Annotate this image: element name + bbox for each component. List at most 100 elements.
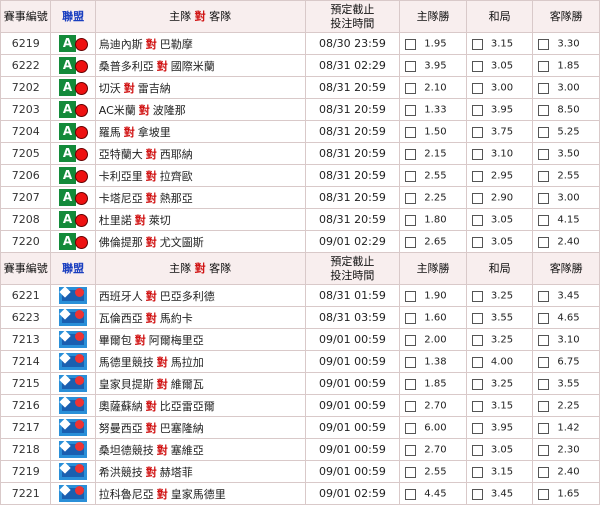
away-win-checkbox[interactable] xyxy=(538,214,550,226)
match-no: 7205 xyxy=(0,142,52,165)
home-win-checkbox[interactable] xyxy=(405,126,417,138)
draw-checkbox[interactable] xyxy=(471,214,483,226)
vs-label: 對 xyxy=(145,421,157,435)
away-win-checkbox[interactable] xyxy=(538,466,550,478)
home-win-cell: 2.10 xyxy=(399,76,467,99)
draw-checkbox[interactable] xyxy=(471,236,483,248)
league-logo-icon xyxy=(59,484,88,502)
header-vs: 對 xyxy=(194,261,206,275)
away-win-checkbox[interactable] xyxy=(538,290,550,302)
away-win-checkbox[interactable] xyxy=(538,422,550,434)
away-win-checkbox[interactable] xyxy=(538,400,550,412)
home-team: 努曼西亞 xyxy=(98,421,143,435)
ball-icon xyxy=(75,104,89,117)
draw-checkbox[interactable] xyxy=(471,170,483,182)
draw-checkbox[interactable] xyxy=(471,488,483,500)
away-win-cell: 3.10 xyxy=(532,328,600,351)
home-win-checkbox[interactable] xyxy=(405,444,417,456)
draw-checkbox[interactable] xyxy=(471,192,483,204)
home-win-checkbox[interactable] xyxy=(405,488,417,500)
draw-cell: 3.05 xyxy=(465,54,534,77)
league-logo-icon xyxy=(59,352,88,370)
match-row: 7213 畢爾包對阿爾梅里亞 09/01 00:59 2.00 3.25 3.10 xyxy=(0,328,600,351)
draw-checkbox[interactable] xyxy=(471,126,483,138)
away-win-checkbox[interactable] xyxy=(538,104,550,116)
home-win-checkbox[interactable] xyxy=(405,214,417,226)
draw-checkbox[interactable] xyxy=(471,290,483,302)
home-team: 烏迪內斯 xyxy=(98,37,143,51)
away-win-checkbox[interactable] xyxy=(538,378,550,390)
match-no: 7207 xyxy=(0,186,52,209)
home-win-checkbox[interactable] xyxy=(405,356,417,368)
away-win-checkbox[interactable] xyxy=(538,170,550,182)
home-win-checkbox[interactable] xyxy=(405,82,417,94)
draw-cell: 3.00 xyxy=(465,76,534,99)
away-win-checkbox[interactable] xyxy=(538,126,550,138)
home-team: 佛倫提那 xyxy=(98,235,143,249)
league-logo-icon: A xyxy=(59,145,89,162)
away-win-checkbox[interactable] xyxy=(538,334,550,346)
home-win-checkbox[interactable] xyxy=(405,170,417,182)
away-win-checkbox[interactable] xyxy=(538,38,550,50)
away-win-checkbox[interactable] xyxy=(538,488,550,500)
draw-checkbox[interactable] xyxy=(471,466,483,478)
draw-checkbox[interactable] xyxy=(471,312,483,324)
away-win-cell: 1.85 xyxy=(532,54,600,77)
away-win-checkbox[interactable] xyxy=(538,356,550,368)
match-row: 7203 A AC米蘭對波隆那 08/31 20:59 1.33 3.95 8.50 xyxy=(0,98,600,121)
draw-checkbox[interactable] xyxy=(471,422,483,434)
header-deadline: 預定截止 投注時間 xyxy=(304,0,401,33)
away-win-cell: 3.00 xyxy=(532,76,600,99)
home-win-checkbox[interactable] xyxy=(405,400,417,412)
match-teams: 皇家貝提斯對維爾瓦 xyxy=(94,372,306,395)
draw-checkbox[interactable] xyxy=(471,104,483,116)
home-win-cell: 2.00 xyxy=(399,328,467,351)
league-logo-icon: A xyxy=(59,35,89,52)
home-team: 羅馬 xyxy=(98,125,121,139)
home-win-checkbox[interactable] xyxy=(405,422,417,434)
draw-checkbox[interactable] xyxy=(471,38,483,50)
draw-checkbox[interactable] xyxy=(471,82,483,94)
away-win-checkbox[interactable] xyxy=(538,444,550,456)
draw-checkbox[interactable] xyxy=(471,148,483,160)
league-logo-icon: A xyxy=(59,233,89,250)
match-teams: 卡利亞里對拉齊歐 xyxy=(94,164,306,187)
league-logo-letter: A xyxy=(59,35,77,52)
home-win-checkbox[interactable] xyxy=(405,466,417,478)
home-win-checkbox[interactable] xyxy=(405,148,417,160)
away-win-checkbox[interactable] xyxy=(538,312,550,324)
home-win-odds: 1.60 xyxy=(424,312,447,324)
header-home-win: 主隊勝 xyxy=(399,0,467,33)
league-logo-icon: A xyxy=(59,79,89,96)
draw-checkbox[interactable] xyxy=(471,334,483,346)
draw-checkbox[interactable] xyxy=(471,400,483,412)
home-win-checkbox[interactable] xyxy=(405,334,417,346)
ball-icon xyxy=(75,332,85,341)
match-teams: 切沃對雷吉納 xyxy=(94,76,306,99)
draw-checkbox[interactable] xyxy=(471,356,483,368)
draw-cell: 3.75 xyxy=(465,120,534,143)
home-win-checkbox[interactable] xyxy=(405,312,417,324)
home-team: 拉科魯尼亞 xyxy=(98,487,154,501)
home-win-checkbox[interactable] xyxy=(405,290,417,302)
away-win-checkbox[interactable] xyxy=(538,192,550,204)
vs-label: 對 xyxy=(156,487,168,501)
home-win-checkbox[interactable] xyxy=(405,192,417,204)
draw-checkbox[interactable] xyxy=(471,444,483,456)
draw-odds: 3.15 xyxy=(490,466,514,478)
home-win-checkbox[interactable] xyxy=(405,104,417,116)
home-win-checkbox[interactable] xyxy=(405,378,417,390)
away-win-checkbox[interactable] xyxy=(538,148,550,160)
home-win-checkbox[interactable] xyxy=(405,60,417,72)
away-win-cell: 3.45 xyxy=(532,284,600,307)
away-win-checkbox[interactable] xyxy=(538,60,550,72)
league-logo-icon: A xyxy=(59,101,89,118)
draw-checkbox[interactable] xyxy=(471,378,483,390)
header-home: 主隊 xyxy=(169,9,192,23)
draw-checkbox[interactable] xyxy=(471,60,483,72)
home-win-checkbox[interactable] xyxy=(405,236,417,248)
league-logo-letter: A xyxy=(59,101,77,118)
away-win-checkbox[interactable] xyxy=(538,236,550,248)
home-win-checkbox[interactable] xyxy=(405,38,417,50)
away-win-checkbox[interactable] xyxy=(538,82,550,94)
